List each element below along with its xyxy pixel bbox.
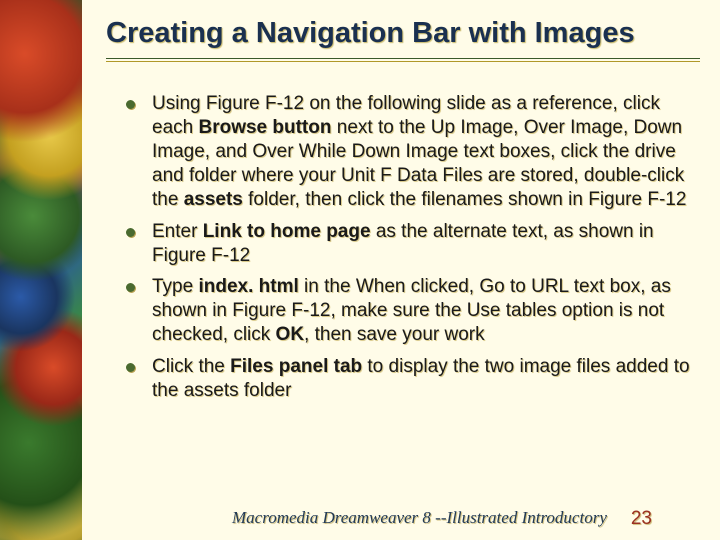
bullet-list: Using Figure F-12 on the following slide… [106, 92, 700, 403]
bullet-item: Type index. html in the When clicked, Go… [122, 275, 700, 347]
bullet-item: Enter Link to home page as the alternate… [122, 220, 700, 268]
title-divider [106, 58, 700, 62]
footer-text: Macromedia Dreamweaver 8 --Illustrated I… [232, 508, 607, 528]
slide-title: Creating a Navigation Bar with Images [106, 18, 700, 50]
bullet-item: Using Figure F-12 on the following slide… [122, 92, 700, 212]
page-number: 23 [631, 508, 652, 530]
bullet-item: Click the Files panel tab to display the… [122, 355, 700, 403]
decorative-art-strip [0, 0, 82, 540]
slide-content: Creating a Navigation Bar with Images Us… [82, 0, 720, 540]
slide-footer: Macromedia Dreamweaver 8 --Illustrated I… [82, 508, 720, 528]
